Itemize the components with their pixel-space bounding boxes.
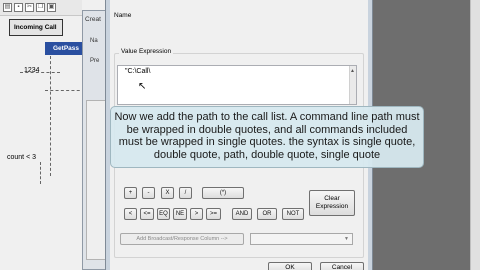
column-select[interactable]: ▼ [250, 233, 353, 245]
flow-connector [20, 72, 60, 73]
less-than-button[interactable]: < [124, 208, 137, 220]
mouse-cursor-icon: ↖ [138, 81, 147, 92]
paste-icon[interactable]: ▣ [47, 3, 56, 12]
ok-button[interactable]: OK [268, 262, 312, 270]
flow-condition-label: count < 3 [7, 154, 36, 161]
multiply-button[interactable]: X [161, 187, 174, 199]
or-button[interactable]: OR [257, 208, 277, 220]
less-equal-button[interactable]: <= [140, 208, 154, 220]
name-label: Name [114, 12, 132, 19]
flow-node-getpass[interactable]: GetPass [45, 42, 85, 55]
folder-icon[interactable]: ▤ [3, 3, 12, 12]
create-window-panel [86, 100, 106, 260]
parentheses-button[interactable]: (*) [202, 187, 244, 199]
background-toolbar: ▤ ▪ ✂ ❐ ▣ [0, 0, 82, 16]
not-button[interactable]: NOT [282, 208, 304, 220]
plus-button[interactable]: + [124, 187, 137, 199]
cancel-button[interactable]: Cancel [320, 262, 364, 270]
chevron-down-icon[interactable]: ▼ [342, 235, 351, 243]
tutorial-caption: Now we add the path to the call list. A … [110, 106, 424, 168]
save-icon[interactable]: ▪ [14, 3, 23, 12]
background-scrollbar[interactable] [470, 0, 480, 270]
and-button[interactable]: AND [232, 208, 252, 220]
greater-than-button[interactable]: > [190, 208, 203, 220]
create-window-label-pre: Pre [90, 58, 100, 64]
divide-button[interactable]: / [179, 187, 192, 199]
flow-connector [45, 90, 85, 91]
create-window-title: Creat [85, 16, 101, 23]
create-window-label-name: Na [90, 38, 98, 44]
clear-expression-button[interactable]: Clear Expression [309, 190, 355, 216]
expression-input[interactable] [117, 65, 357, 105]
value-expression-label: Value Expression [119, 48, 174, 55]
minus-button[interactable]: - [142, 187, 155, 199]
flow-connector [40, 162, 41, 184]
not-equal-button[interactable]: NE [173, 208, 187, 220]
copy-icon[interactable]: ❐ [36, 3, 45, 12]
greater-equal-button[interactable]: >= [206, 208, 221, 220]
tab-incoming-call[interactable]: Incoming Call [9, 19, 63, 36]
add-column-button[interactable]: Add Broadcast/Response Column --> [120, 233, 244, 245]
scroll-up-icon[interactable]: ▲ [350, 68, 355, 74]
flow-connector [50, 56, 51, 176]
expression-text: "C:\Call\ [125, 68, 151, 75]
equal-button[interactable]: EQ [157, 208, 170, 220]
cut-icon[interactable]: ✂ [25, 3, 34, 12]
